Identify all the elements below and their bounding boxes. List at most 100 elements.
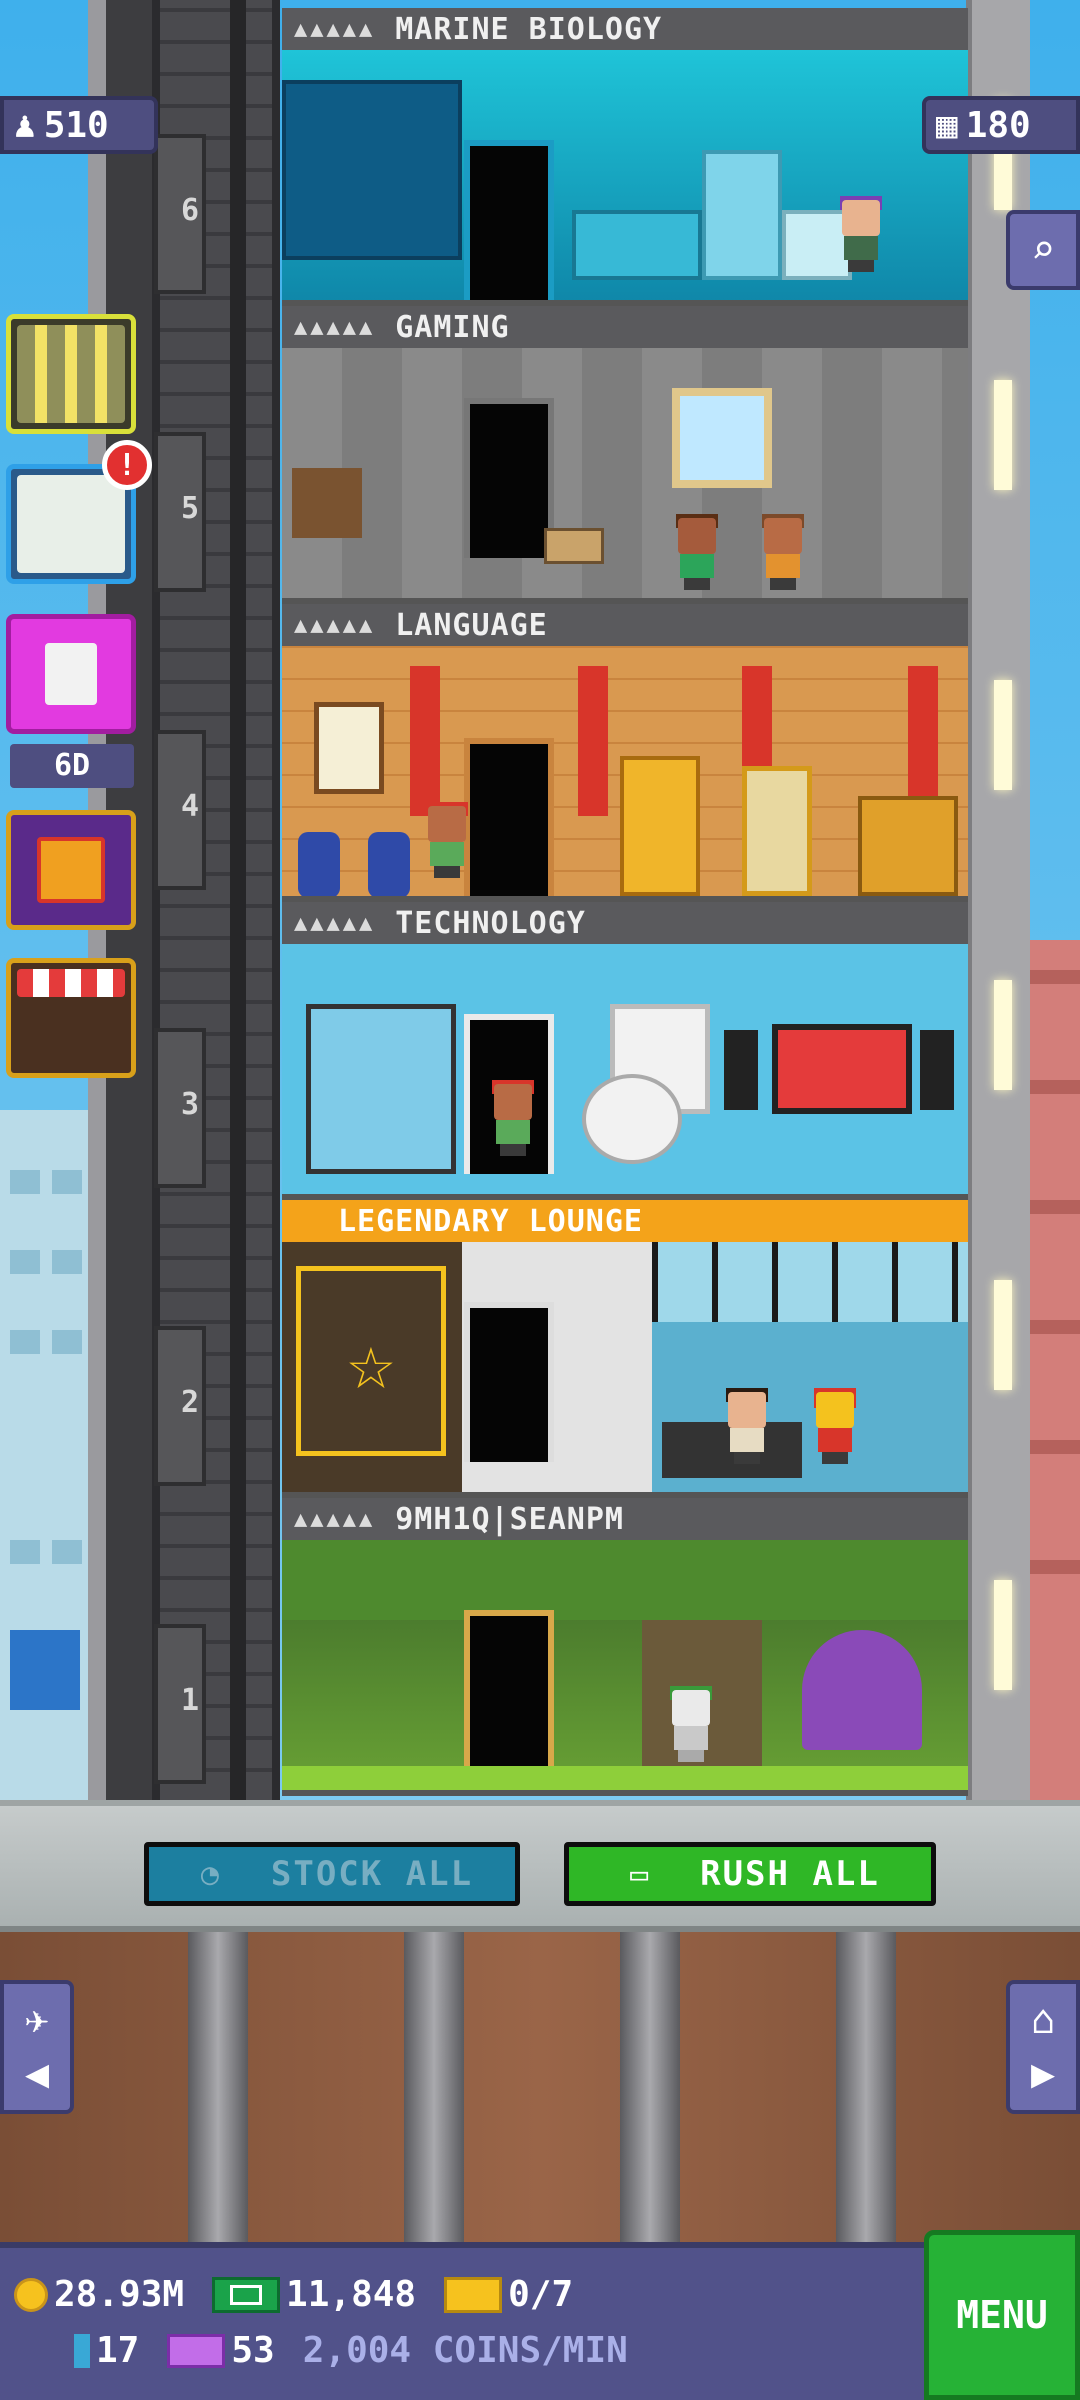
market-button[interactable] [6,958,136,1078]
rush-all-button[interactable]: ▭ RUSH ALL [564,1842,936,1906]
lobby[interactable] [0,1932,1080,2242]
elevator-rail [230,0,246,1800]
occupancy-icons: ▲▲▲▲▲ [294,1506,376,1532]
menu-label: MENU [956,2293,1048,2337]
vip-ticket-icon [167,2333,226,2368]
tv-screen [772,1024,912,1114]
population-counter[interactable]: ♟ 510 [0,96,158,154]
home-right-button[interactable]: ⌂ ▶ [1006,1980,1080,2114]
floor-technology[interactable]: ▲▲▲▲▲ TECHNOLOGY [282,902,968,1200]
floor-header: ▲▲▲▲▲ MARINE BIOLOGY [282,8,968,50]
coins-value: 28.93M [54,2274,185,2315]
rush-all-label: RUSH ALL [700,1854,880,1894]
speaker [920,1030,954,1110]
floor-player-named[interactable]: ▲▲▲▲▲ 9MH1Q|SEANPM [282,1498,968,1796]
wall-painting [314,702,384,794]
occupancy-icons: ▲▲▲▲▲ [294,612,376,638]
floor-room [282,348,968,598]
floor-room [282,944,968,1194]
floor-number-6: 6 [180,193,200,228]
floor-door[interactable] [464,738,554,896]
server-shelf [306,1004,456,1174]
bux-icon [212,2276,281,2313]
resident-bitizen[interactable] [674,514,720,590]
menu-button[interactable]: MENU [924,2230,1080,2400]
resident-bitizen[interactable] [424,802,470,878]
floor-number-1: 1 [180,1683,200,1718]
mushroom-house [802,1630,922,1750]
occupancy-icons: ▲▲▲▲▲ [294,910,376,936]
floor-count-counter[interactable]: ▦ 180 [922,96,1080,154]
red-pillar [908,666,938,816]
dice-icon [45,643,97,705]
resident-bitizen[interactable] [838,196,884,272]
glass-canopy [652,1242,968,1322]
arrow-right-icon: ▶ [1030,2051,1056,2097]
alert-badge: ! [102,440,152,490]
dice-timer-label: 6D [10,744,134,788]
floor-count-value: 180 [965,104,1031,146]
vase-icon [298,832,340,896]
lab-counter [572,210,702,280]
bux-stat: 11,848 [212,2274,416,2315]
floor-marine-biology[interactable]: ▲▲▲▲▲ MARINE BIOLOGY [282,8,968,306]
floor-door[interactable] [464,398,554,558]
cube-icon [74,2333,90,2368]
floor-name: LEGENDARY LOUNGE [338,1203,643,1239]
floor-number-2: 2 [180,1385,200,1420]
checklist-icon [17,475,125,573]
lobby-column [188,1932,248,2242]
currency-hud[interactable]: 28.93M 11,848 0/7 17 53 2,004 COINS/MIN [0,2242,924,2400]
golden-mirror [742,766,812,896]
magnifier-icon: ⌕ [1030,227,1056,273]
background-building-left [0,1110,95,1800]
sign-post [544,528,604,564]
red-pillar [410,666,440,816]
golden-shrine [858,796,958,896]
aquarium-tank [282,80,462,260]
floor-number-3: 3 [180,1087,200,1122]
population-value: 510 [43,104,109,146]
stock-all-button[interactable]: ◔ STOCK ALL [144,1842,520,1906]
resident-spartan[interactable] [812,1388,858,1464]
coin-rate: 2,004 COINS/MIN [303,2330,628,2371]
cubes-stat: 17 [74,2330,139,2371]
floor-door[interactable] [464,140,554,300]
floor-name: GAMING [395,309,510,345]
resident-bitizen[interactable] [724,1388,770,1464]
dice-raffle-button[interactable] [6,614,136,734]
floor-gaming[interactable]: ▲▲▲▲▲ GAMING [282,306,968,604]
bux-value: 11,848 [286,2274,417,2315]
floor-header: ▲▲▲▲▲ 9MH1Q|SEANPM [282,1498,968,1540]
vip-value: 53 [231,2330,275,2371]
floor-language[interactable]: ▲▲▲▲▲ LANGUAGE [282,604,968,902]
tickets-value: 0/7 [508,2274,574,2315]
building-icon: ▦ [936,104,958,146]
floor-room [282,1540,968,1790]
travel-left-button[interactable]: ✈ ◀ [0,1980,74,2114]
floor-door[interactable] [464,1302,554,1462]
window-block [672,388,772,488]
resident-bitizen[interactable] [490,1080,536,1156]
resident-robot[interactable] [668,1686,714,1762]
gift-icon [37,837,105,903]
cubes-value: 17 [96,2330,140,2371]
floor-door[interactable] [464,1610,554,1770]
floor-name: TECHNOLOGY [395,905,586,941]
home-icon: ⌂ [1030,1997,1056,2043]
stock-all-label: STOCK ALL [270,1854,474,1894]
lobby-column [836,1932,896,2242]
speaker [724,1030,758,1110]
star-sign: ☆ [296,1266,446,1456]
building-overview-button[interactable] [6,314,136,434]
gift-button[interactable] [6,810,136,930]
floor-legendary-lounge[interactable]: LEGENDARY LOUNGE ☆ [282,1200,968,1498]
floor-header: LEGENDARY LOUNGE [282,1200,968,1242]
dirt-block [292,468,362,538]
search-button[interactable]: ⌕ [1006,210,1080,290]
floor-room [282,646,968,896]
floor-name: LANGUAGE [395,607,548,643]
fridge [702,150,782,280]
resident-bitizen[interactable] [760,514,806,590]
grass [282,1766,968,1790]
